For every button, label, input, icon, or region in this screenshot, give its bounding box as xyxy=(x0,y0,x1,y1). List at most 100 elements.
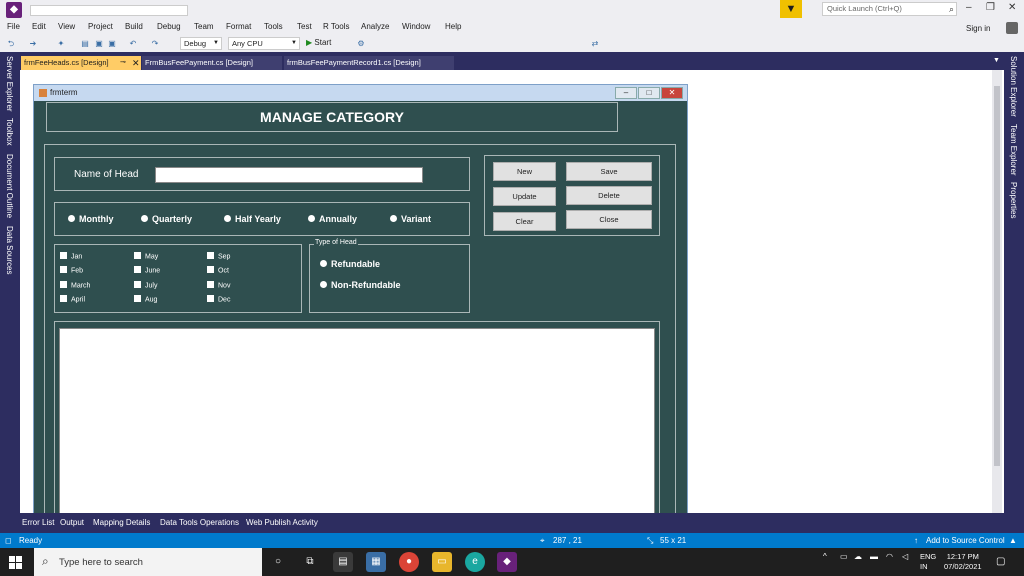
data-tools-operations-tab[interactable]: Data Tools Operations xyxy=(160,518,239,527)
windows-start-icon[interactable] xyxy=(9,556,22,569)
document-outline-tab[interactable]: Document Outline xyxy=(5,154,14,218)
radio-annually[interactable]: Annually xyxy=(308,214,357,224)
error-list-tab[interactable]: Error List xyxy=(22,518,54,527)
add-to-source-control[interactable]: Add to Source Control xyxy=(926,536,1005,545)
close-button[interactable]: Close xyxy=(566,210,652,229)
chrome-icon[interactable]: ● xyxy=(399,552,419,572)
update-button[interactable]: Update xyxy=(493,187,556,206)
menu-project[interactable]: Project xyxy=(88,22,113,31)
clock[interactable]: 12:17 PM 07/02/2021 xyxy=(944,552,982,572)
edge-icon[interactable]: e xyxy=(465,552,485,572)
radio-monthly[interactable]: Monthly xyxy=(68,214,114,224)
name-of-head-input[interactable] xyxy=(155,167,423,183)
checkbox-may[interactable]: May xyxy=(134,252,158,260)
menu-analyze[interactable]: Analyze xyxy=(361,22,389,31)
server-explorer-tab[interactable]: Server Explorer xyxy=(5,56,14,112)
radio-variant[interactable]: Variant xyxy=(390,214,431,224)
save-icon[interactable]: ▣ xyxy=(94,39,104,49)
radio-quarterly[interactable]: Quarterly xyxy=(141,214,192,224)
clear-button[interactable]: Clear xyxy=(493,212,556,231)
solution-configuration-select[interactable]: Debug ▼ xyxy=(180,37,222,50)
redo-icon[interactable]: ↷ xyxy=(150,39,160,49)
tab-order-icon[interactable]: ⇄ xyxy=(590,39,600,49)
checkbox-oct[interactable]: Oct xyxy=(207,266,229,274)
menu-team[interactable]: Team xyxy=(194,22,214,31)
menu-test[interactable]: Test xyxy=(297,22,312,31)
tab-frm-fee-heads[interactable]: frmFeeHeads.cs [Design] ⊸ ✕ xyxy=(21,56,141,70)
checkbox-aug[interactable]: Aug xyxy=(134,295,157,303)
minimize-icon[interactable]: – xyxy=(966,2,972,13)
menu-format[interactable]: Format xyxy=(226,22,251,31)
form-maximize-icon[interactable]: □ xyxy=(638,87,660,99)
store-icon[interactable]: ▤ xyxy=(333,552,353,572)
menu-build[interactable]: Build xyxy=(125,22,143,31)
menu-window[interactable]: Window xyxy=(402,22,430,31)
checkbox-feb[interactable]: Feb xyxy=(60,266,83,274)
output-tab[interactable]: Output xyxy=(60,518,84,527)
mapping-details-tab[interactable]: Mapping Details xyxy=(93,518,150,527)
volume-icon[interactable]: ◁ xyxy=(902,552,908,561)
checkbox-nov[interactable]: Nov xyxy=(207,281,230,289)
web-publish-activity-tab[interactable]: Web Publish Activity xyxy=(246,518,318,527)
solution-explorer-tab[interactable]: Solution Explorer xyxy=(1009,56,1018,117)
team-explorer-tab[interactable]: Team Explorer xyxy=(1009,124,1018,176)
forward-icon[interactable]: ➔ xyxy=(28,39,38,49)
quick-launch-input[interactable]: Quick Launch (Ctrl+Q) ⌕ xyxy=(822,2,957,16)
search-icon[interactable]: ⌕ xyxy=(949,3,954,15)
new-button[interactable]: New xyxy=(493,162,556,181)
toolbox-tab[interactable]: Toolbox xyxy=(5,118,14,146)
chevron-up-icon[interactable]: ▲ xyxy=(1009,536,1017,545)
tab-frm-bus-fee-payment-record[interactable]: frmBusFeePaymentRecord1.cs [Design] xyxy=(284,56,454,70)
open-file-icon[interactable]: ▤ xyxy=(80,39,90,49)
new-project-icon[interactable]: ✦ xyxy=(56,39,66,49)
restore-icon[interactable]: ❐ xyxy=(986,2,995,13)
checkbox-july[interactable]: July xyxy=(134,281,157,289)
data-sources-tab[interactable]: Data Sources xyxy=(5,226,14,274)
feedback-filter-icon[interactable]: ▼ xyxy=(780,0,802,18)
undo-icon[interactable]: ↶ xyxy=(128,39,138,49)
form-frmterm[interactable]: frmterm – □ ✕ MANAGE CATEGORY Name of He… xyxy=(33,84,688,514)
radio-non-refundable[interactable]: Non-Refundable xyxy=(320,280,401,290)
menu-r-tools[interactable]: R Tools xyxy=(323,22,350,31)
file-explorer-icon[interactable]: ▭ xyxy=(432,552,452,572)
onedrive-icon[interactable]: ☁ xyxy=(854,552,862,561)
tray-chevron-icon[interactable]: ^ xyxy=(823,552,827,561)
back-icon[interactable]: ⮌ xyxy=(6,39,16,49)
save-button[interactable]: Save xyxy=(566,162,652,181)
sign-in-link[interactable]: Sign in xyxy=(966,24,990,33)
layout-toolbar-icon[interactable]: ⚙ xyxy=(356,39,366,49)
vertical-scrollbar[interactable] xyxy=(992,70,1002,513)
checkbox-june[interactable]: June xyxy=(134,266,160,274)
scroll-thumb[interactable] xyxy=(994,86,1000,466)
menu-view[interactable]: View xyxy=(58,22,75,31)
taskbar-search[interactable]: ⌕ Type here to search xyxy=(34,548,262,576)
checkbox-april[interactable]: April xyxy=(60,295,85,303)
radio-refundable[interactable]: Refundable xyxy=(320,259,380,269)
menu-edit[interactable]: Edit xyxy=(32,22,46,31)
delete-button[interactable]: Delete xyxy=(566,186,652,205)
tab-frm-bus-fee-payment[interactable]: FrmBusFeePayment.cs [Design] xyxy=(142,56,282,70)
solution-platform-select[interactable]: Any CPU ▼ xyxy=(228,37,300,50)
checkbox-dec[interactable]: Dec xyxy=(207,295,230,303)
close-icon[interactable]: ✕ xyxy=(1008,2,1016,13)
save-all-icon[interactable]: ▣ xyxy=(107,39,117,49)
calculator-icon[interactable]: ▦ xyxy=(366,552,386,572)
menu-debug[interactable]: Debug xyxy=(157,22,181,31)
visual-studio-taskbar-icon[interactable]: ◆ xyxy=(497,552,517,572)
category-data-grid[interactable] xyxy=(59,328,655,514)
tray-device-icon[interactable]: ▭ xyxy=(840,552,848,561)
tab-overflow-icon[interactable]: ▼ xyxy=(993,57,1000,64)
close-icon[interactable]: ✕ xyxy=(132,56,140,70)
form-minimize-icon[interactable]: – xyxy=(615,87,637,99)
menu-file[interactable]: File xyxy=(7,22,20,31)
menu-help[interactable]: Help xyxy=(445,22,461,31)
notifications-icon[interactable]: ▢ xyxy=(996,556,1005,567)
properties-tab[interactable]: Properties xyxy=(1009,182,1018,218)
radio-half-yearly[interactable]: Half Yearly xyxy=(224,214,281,224)
menu-tools[interactable]: Tools xyxy=(264,22,283,31)
user-account-icon[interactable] xyxy=(1006,22,1018,34)
start-button[interactable]: ▶ Start xyxy=(306,38,331,47)
checkbox-march[interactable]: March xyxy=(60,281,90,289)
task-view-icon[interactable]: ⧉ xyxy=(300,552,320,572)
checkbox-jan[interactable]: Jan xyxy=(60,252,82,260)
